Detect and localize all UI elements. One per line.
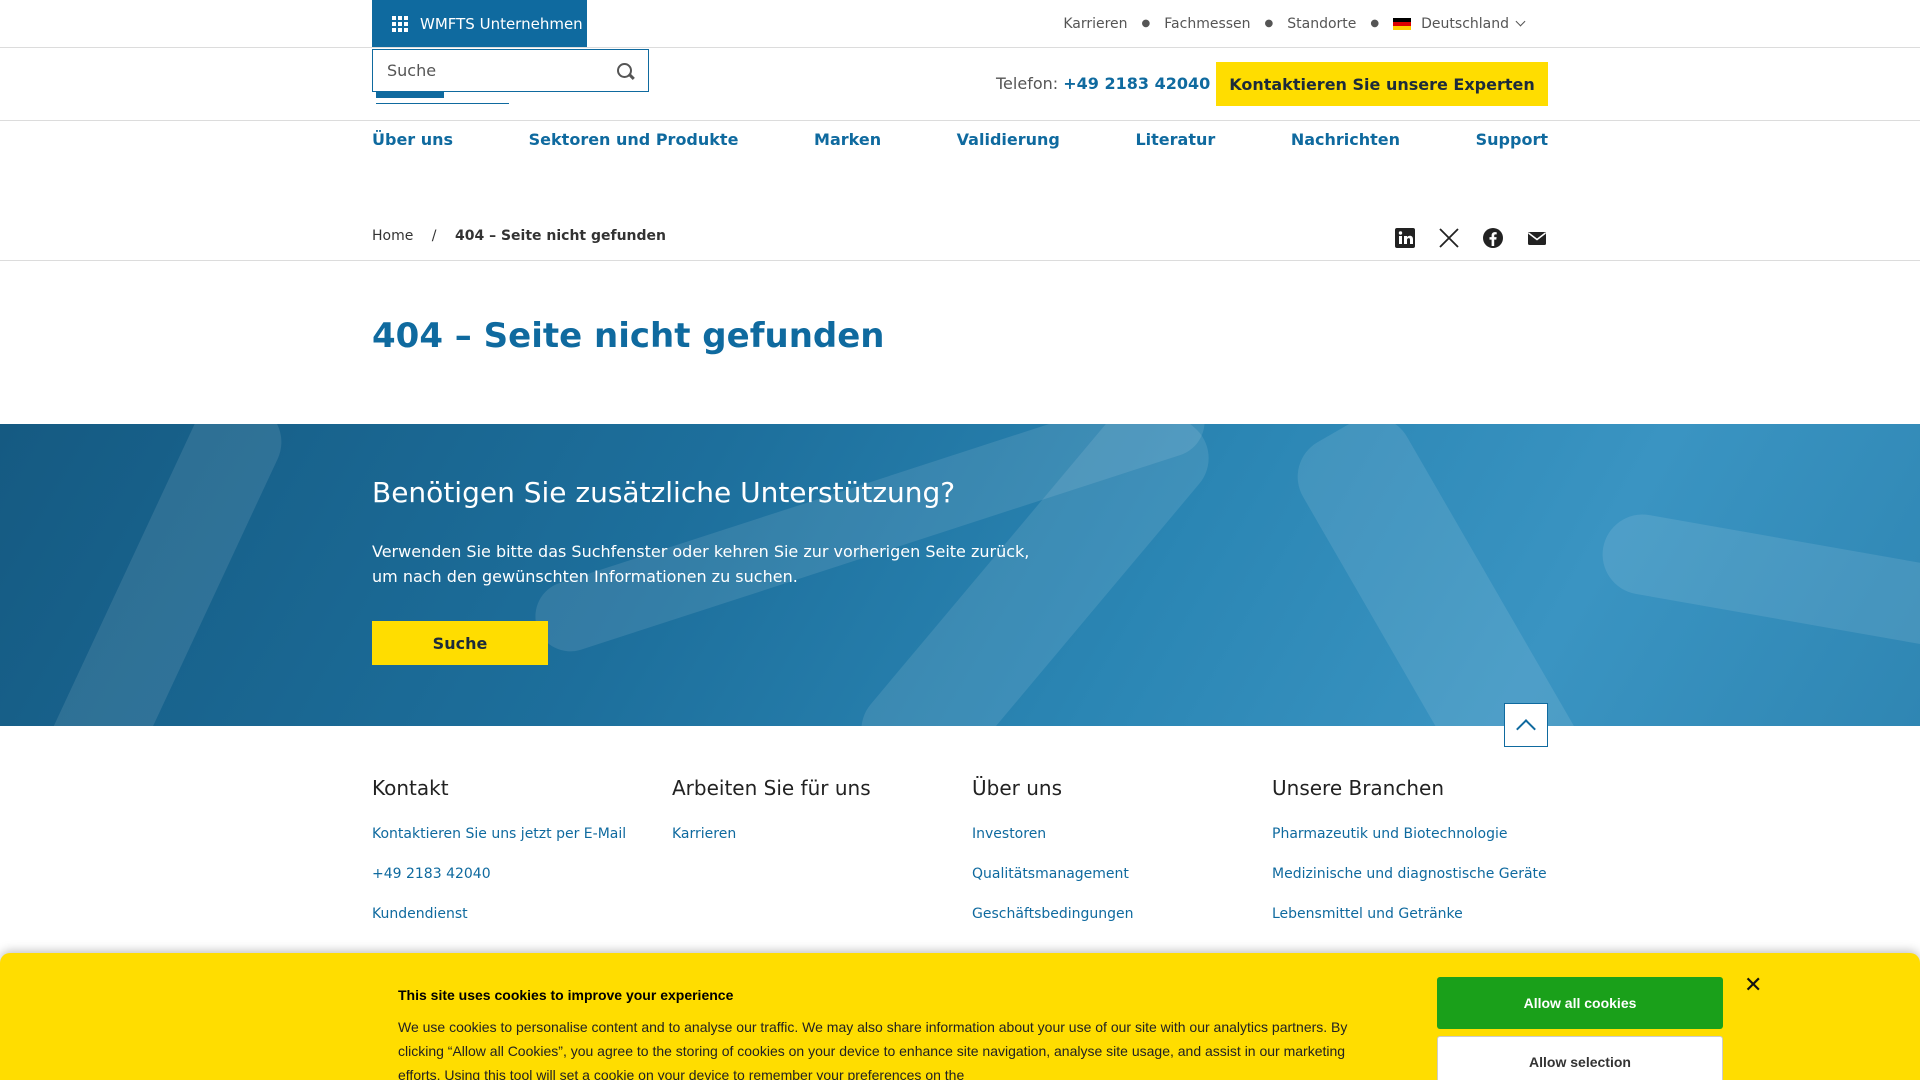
search-placeholder: Suche — [387, 61, 437, 80]
footer-heading: Über uns — [972, 776, 1062, 800]
phone-number-link[interactable]: +49 2183 42040 — [1063, 74, 1210, 93]
facebook-icon[interactable] — [1482, 227, 1504, 249]
top-link-fachmessen[interactable]: Fachmessen — [1164, 16, 1250, 32]
apps-grid-icon — [392, 15, 408, 32]
allow-all-cookies-button[interactable]: Allow all cookies — [1437, 977, 1723, 1029]
header: Suche Telefon: +49 2183 42040 Kontaktier… — [0, 48, 1920, 121]
hero-heading: Benötigen Sie zusätzliche Unterstützung? — [372, 476, 956, 509]
nav-item-support[interactable]: Support — [1476, 130, 1548, 149]
social-share — [1394, 227, 1548, 249]
footer-link[interactable]: Pharmazeutik und Biotechnologie — [1272, 824, 1572, 864]
footer-link[interactable]: Geschäftsbedingungen — [972, 904, 1252, 944]
breadcrumb-separator: / — [431, 228, 437, 244]
cookie-banner: This site uses cookies to improve your e… — [0, 953, 1920, 1080]
footer-link[interactable]: Investoren — [972, 824, 1252, 864]
footer-heading: Unsere Branchen — [1272, 776, 1445, 800]
email-icon[interactable] — [1526, 227, 1548, 249]
footer-column-kontakt: Kontakt Kontaktieren Sie uns jetzt per E… — [372, 776, 652, 944]
company-menu-label: WMFTS Unternehmen — [420, 14, 583, 33]
footer-link[interactable]: Lebensmittel und Getränke — [1272, 904, 1572, 944]
nav-item-validierung[interactable]: Validierung — [957, 130, 1060, 149]
company-menu-button[interactable]: WMFTS Unternehmen — [372, 0, 587, 47]
footer-column-ueber-uns: Über uns Investoren Qualitätsmanagement … — [972, 776, 1252, 944]
cookie-title: This site uses cookies to improve your e… — [398, 987, 734, 1003]
linkedin-icon[interactable] — [1394, 227, 1416, 249]
background-pipe — [1283, 424, 1597, 726]
footer-link[interactable]: +49 2183 42040 — [372, 864, 652, 904]
footer-link[interactable]: Medizinische und diagnostische Geräte — [1272, 864, 1572, 904]
top-link-karrieren[interactable]: Karrieren — [1063, 16, 1127, 32]
search-input[interactable]: Suche — [372, 49, 649, 92]
footer-heading: Kontakt — [372, 776, 449, 800]
footer-link[interactable]: Kundendienst — [372, 904, 652, 944]
main-nav: Über uns Sektoren und Produkte Marken Va… — [372, 130, 1548, 149]
contact-experts-button[interactable]: Kontaktieren Sie unsere Experten — [1216, 62, 1548, 106]
separator-dot: ● — [1141, 18, 1151, 29]
search-icon[interactable] — [616, 62, 634, 80]
background-pipe — [35, 424, 295, 726]
nav-item-ueber-uns[interactable]: Über uns — [372, 130, 453, 149]
cookie-text: We use cookies to personalise content an… — [398, 1019, 1348, 1080]
footer-link[interactable]: Qualitätsmanagement — [972, 864, 1252, 904]
x-icon[interactable] — [1438, 227, 1460, 249]
top-link-standorte[interactable]: Standorte — [1287, 16, 1356, 32]
chevron-up-icon — [1516, 719, 1536, 739]
german-flag-icon — [1393, 17, 1412, 30]
footer-column-arbeiten: Arbeiten Sie für uns Karrieren — [672, 776, 952, 864]
nav-item-sektoren[interactable]: Sektoren und Produkte — [529, 130, 739, 149]
footer-column-branchen: Unsere Branchen Pharmazeutik und Biotech… — [1272, 776, 1572, 944]
breadcrumb-bar: Home / 404 – Seite nicht gefunden — [0, 215, 1920, 261]
separator-dot: ● — [1264, 18, 1274, 29]
support-hero-banner: Benötigen Sie zusätzliche Unterstützung?… — [0, 424, 1920, 726]
phone-label: Telefon: — [996, 74, 1059, 93]
nav-item-literatur[interactable]: Literatur — [1135, 130, 1215, 149]
top-links: Karrieren ● Fachmessen ● Standorte ● Deu… — [1063, 0, 1526, 47]
breadcrumb-current: 404 – Seite nicht gefunden — [454, 228, 667, 244]
page-title: 404 – Seite nicht gefunden — [372, 316, 885, 356]
language-label: Deutschland — [1421, 15, 1509, 32]
footer-link[interactable]: Kontaktieren Sie uns jetzt per E-Mail — [372, 824, 652, 864]
breadcrumb: Home / 404 – Seite nicht gefunden — [372, 228, 666, 244]
chevron-down-icon — [1515, 16, 1526, 26]
hero-search-button[interactable]: Suche — [372, 621, 548, 665]
logo[interactable] — [376, 92, 509, 108]
allow-selection-button[interactable]: Allow selection — [1437, 1036, 1723, 1080]
nav-item-nachrichten[interactable]: Nachrichten — [1291, 130, 1400, 149]
background-pipe — [1596, 508, 1920, 660]
phone-contact: Telefon: +49 2183 42040 — [996, 74, 1210, 93]
top-bar: WMFTS Unternehmen Karrieren ● Fachmessen… — [0, 0, 1920, 48]
footer-heading: Arbeiten Sie für uns — [672, 776, 871, 800]
language-selector[interactable]: Deutschland — [1393, 15, 1526, 32]
footer-link[interactable]: Karrieren — [672, 824, 952, 864]
separator-dot: ● — [1370, 18, 1380, 29]
back-to-top-button[interactable] — [1504, 703, 1548, 747]
hero-text: Verwenden Sie bitte das Suchfenster oder… — [372, 542, 1030, 586]
close-icon[interactable]: ✕ — [1744, 973, 1762, 998]
nav-item-marken[interactable]: Marken — [814, 130, 881, 149]
breadcrumb-home[interactable]: Home — [372, 228, 413, 244]
